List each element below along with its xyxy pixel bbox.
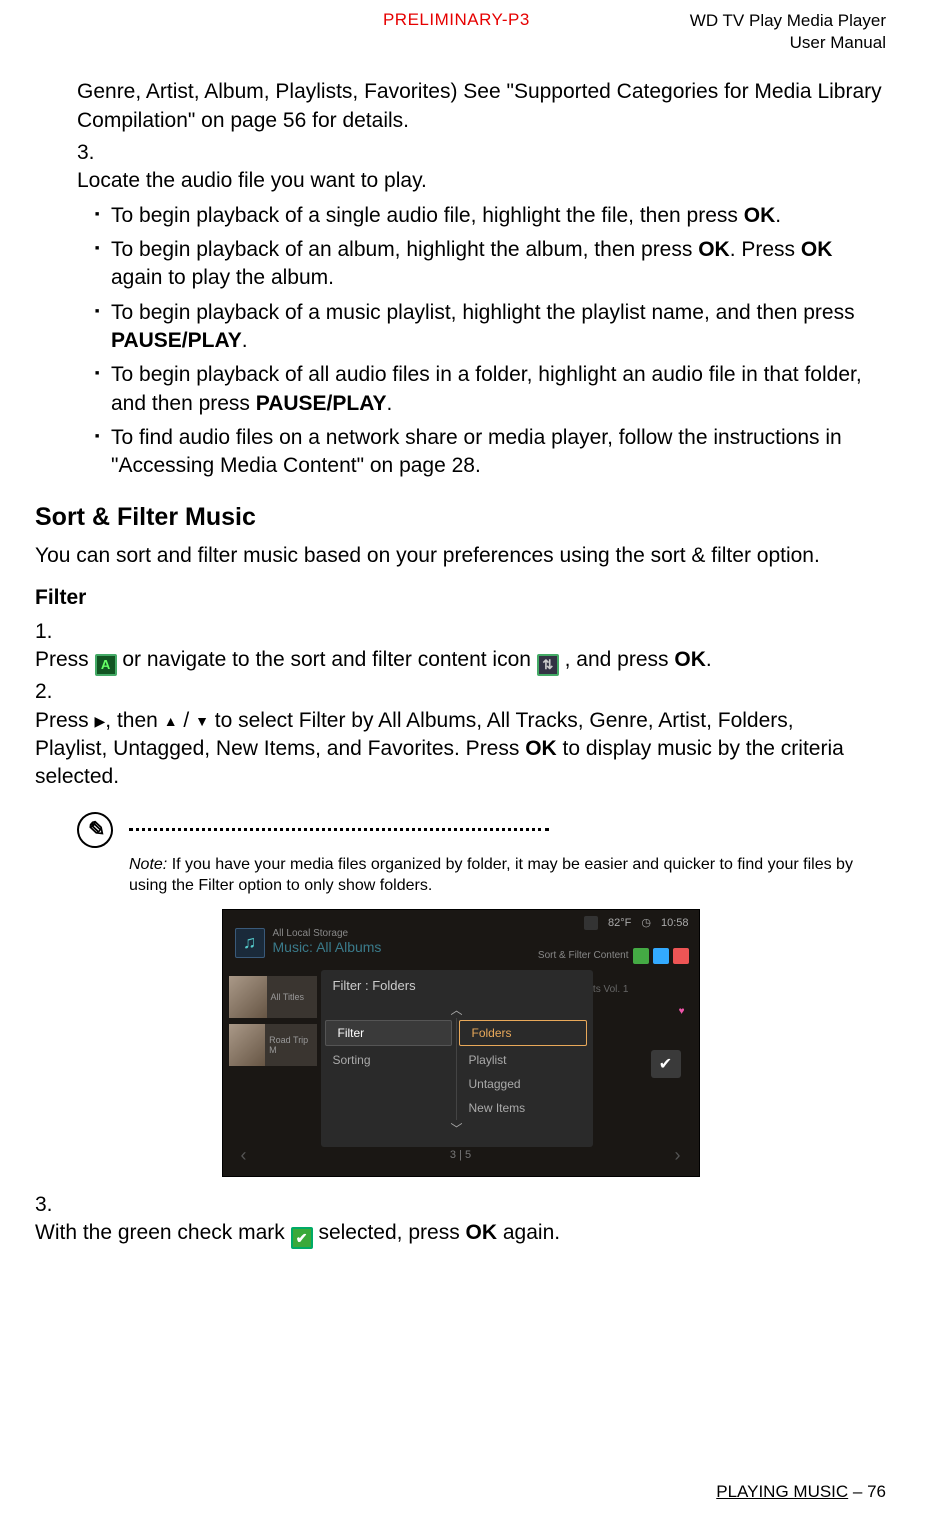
header-product-info: WD TV Play Media Player User Manual: [690, 10, 886, 54]
bullet-network: To find audio files on a network share o…: [95, 424, 886, 481]
sorting-tab[interactable]: Sorting: [321, 1048, 456, 1072]
step-text: Locate the audio file you want to play.: [77, 167, 848, 195]
note-block: ✎ Note: If you have your media files org…: [77, 812, 886, 897]
corner-icon-red[interactable]: [673, 948, 689, 964]
main-steps-list: 3. Locate the audio file you want to pla…: [77, 139, 886, 481]
down-arrow-icon: ▼: [195, 713, 209, 729]
option-folders[interactable]: Folders: [459, 1020, 587, 1046]
step-number: 3.: [77, 139, 111, 167]
clock-time: 10:58: [661, 917, 689, 929]
note-text: Note: If you have your media files organ…: [129, 854, 886, 897]
status-bar: 82°F ◷ 10:58: [584, 916, 689, 930]
filter-steps-list: 1. Press A or navigate to the sort and f…: [35, 618, 886, 792]
bullet-folder: To begin playback of all audio files in …: [95, 361, 886, 418]
weather-icon: [584, 916, 598, 930]
content-body: Genre, Artist, Album, Playlists, Favorit…: [77, 78, 886, 480]
music-icon: ♫: [235, 928, 265, 958]
footer-section: PLAYING MUSIC: [716, 1482, 848, 1501]
filter-step-1: 1. Press A or navigate to the sort and f…: [35, 618, 886, 676]
bullet-single-file: To begin playback of a single audio file…: [95, 202, 886, 230]
document-type: User Manual: [690, 32, 886, 54]
page-counter: 3 | 5: [450, 1149, 471, 1161]
up-arrow-icon: ▲: [164, 713, 178, 729]
album-thumbnails: All Titles Road Trip M: [229, 976, 317, 1072]
product-name: WD TV Play Media Player: [690, 10, 886, 32]
scroll-down-chevron[interactable]: ﹀: [321, 1120, 593, 1137]
temperature: 82°F: [608, 917, 631, 929]
page-footer: PLAYING MUSIC – 76: [716, 1482, 886, 1502]
thumb-all-titles[interactable]: All Titles: [229, 976, 317, 1018]
option-untagged[interactable]: Untagged: [457, 1072, 593, 1096]
sort-filter-heading: Sort & Filter Music: [35, 503, 886, 532]
green-check-icon: ✔: [291, 1227, 313, 1249]
screen-title: Music: All Albums: [273, 939, 382, 955]
filter-subheading: Filter: [35, 586, 886, 610]
preliminary-stamp: PRELIMINARY-P3: [383, 10, 530, 30]
right-arrow-icon: ▶: [95, 713, 106, 729]
confirm-check-button[interactable]: ✔: [651, 1050, 681, 1078]
clock-icon: ◷: [641, 916, 651, 929]
option-playlist[interactable]: Playlist: [457, 1048, 593, 1072]
thumb-road-trip[interactable]: Road Trip M: [229, 1024, 317, 1066]
embedded-screenshot: 82°F ◷ 10:58 ♫ All Local Storage Music: …: [35, 909, 886, 1177]
filter-panel-title: Filter : Folders: [321, 970, 593, 1001]
note-icon: ✎: [74, 809, 116, 851]
step-number: 2.: [35, 678, 69, 706]
continued-paragraph: Genre, Artist, Album, Playlists, Favorit…: [77, 78, 886, 135]
breadcrumb: All Local Storage: [273, 928, 382, 939]
filter-tab[interactable]: Filter: [325, 1020, 452, 1046]
scroll-up-chevron[interactable]: ︿: [321, 1001, 593, 1018]
sort-filter-lead: You can sort and filter music based on y…: [35, 542, 886, 570]
filter-steps-list-cont: 3. With the green check mark ✔ selected,…: [35, 1191, 886, 1249]
device-ui-screenshot: 82°F ◷ 10:58 ♫ All Local Storage Music: …: [222, 909, 700, 1177]
corner-icons: [633, 948, 689, 964]
prev-page-chevron[interactable]: ‹: [241, 1145, 247, 1166]
next-page-chevron[interactable]: ›: [675, 1145, 681, 1166]
step-number: 1.: [35, 618, 69, 646]
step-number: 3.: [35, 1191, 69, 1219]
bullet-playlist: To begin playback of a music playlist, h…: [95, 299, 886, 356]
a-button-icon: A: [95, 654, 117, 676]
step-3-bullets: To begin playback of a single audio file…: [95, 202, 886, 481]
footer-page: – 76: [848, 1482, 886, 1501]
corner-icon-blue[interactable]: [653, 948, 669, 964]
bullet-album: To begin playback of an album, highlight…: [95, 236, 886, 293]
bottom-nav: ‹ 3 | 5 ›: [223, 1145, 699, 1166]
page-header: PRELIMINARY-P3 WD TV Play Media Player U…: [35, 10, 886, 54]
step-3: 3. Locate the audio file you want to pla…: [77, 139, 886, 481]
filter-panel: Filter : Folders ︿ Filter Sorting Folder…: [321, 970, 593, 1147]
sort-filter-icon: ⇅: [537, 654, 559, 676]
filter-step-3: 3. With the green check mark ✔ selected,…: [35, 1191, 886, 1249]
sort-filter-button-label[interactable]: Sort & Filter Content: [538, 950, 629, 961]
favorite-heart-icon[interactable]: ♥: [679, 1006, 685, 1017]
manual-page: PRELIMINARY-P3 WD TV Play Media Player U…: [0, 0, 939, 1526]
filter-step-2: 2. Press ▶, then ▲ / ▼ to select Filter …: [35, 678, 886, 791]
note-divider: [129, 828, 549, 831]
corner-icon-green[interactable]: [633, 948, 649, 964]
option-new-items[interactable]: New Items: [457, 1096, 593, 1120]
